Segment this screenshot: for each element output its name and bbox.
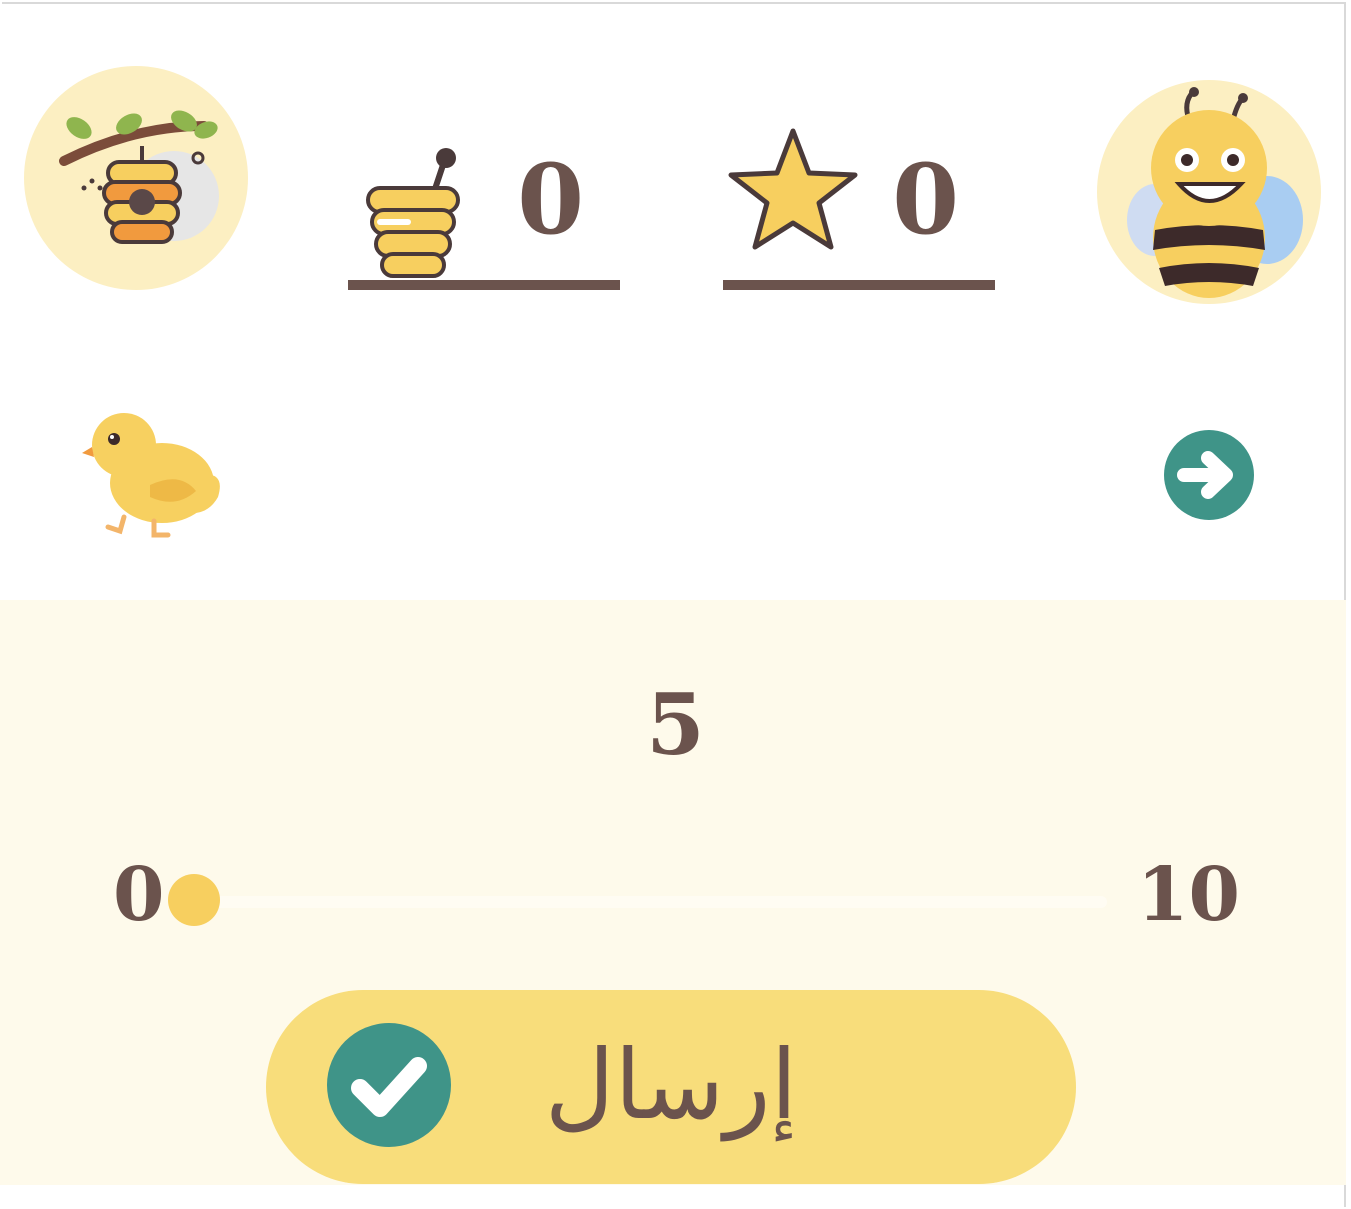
chick-icon bbox=[82, 413, 220, 538]
honey-jar-icon bbox=[366, 148, 460, 278]
honey-counter-underline bbox=[348, 280, 620, 290]
slider-thumb[interactable] bbox=[168, 874, 220, 926]
submit-button[interactable]: إرسال bbox=[266, 990, 1076, 1184]
star-count: 0 bbox=[892, 143, 959, 256]
honey-counter: 0 bbox=[348, 110, 620, 290]
check-circle-icon bbox=[327, 1023, 451, 1147]
star-icon bbox=[728, 128, 858, 250]
slider-max-label: 10 bbox=[1137, 852, 1240, 938]
beehive-icon bbox=[59, 110, 219, 244]
star-counter: 0 bbox=[723, 110, 995, 290]
slider-min-label: 0 bbox=[113, 852, 165, 938]
question-number: 5 bbox=[646, 675, 705, 774]
honey-count: 0 bbox=[517, 143, 584, 256]
bee-mascot-icon bbox=[1127, 87, 1303, 298]
slider-track[interactable] bbox=[195, 896, 1107, 908]
star-counter-underline bbox=[723, 280, 995, 290]
submit-button-label: إرسال bbox=[544, 1029, 798, 1141]
bee-avatar bbox=[1097, 80, 1321, 304]
next-button[interactable] bbox=[1162, 428, 1256, 522]
beehive-avatar bbox=[24, 66, 248, 290]
